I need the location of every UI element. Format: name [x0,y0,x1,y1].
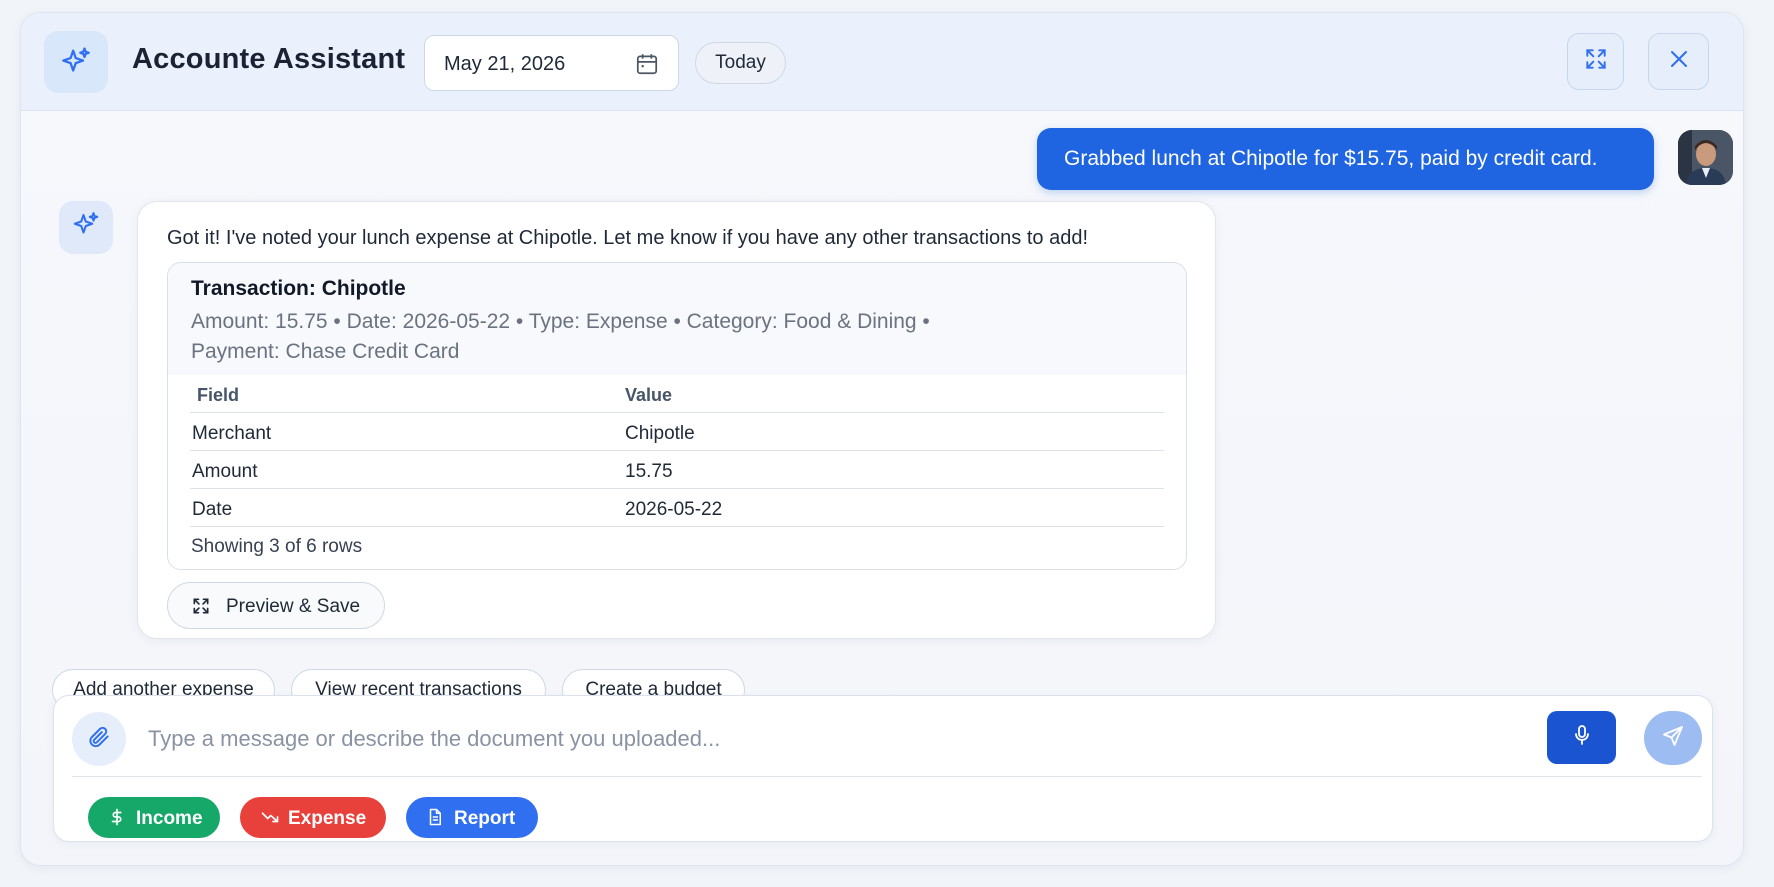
transaction-title: Transaction: Chipotle [191,277,406,300]
expand-icon [1583,46,1609,77]
user-avatar [1678,130,1733,185]
send-icon [1661,724,1685,753]
expense-button[interactable]: Expense [240,797,386,838]
close-icon [1667,47,1691,76]
transaction-meta-line: Amount: 15.75 • Date: 2026-05-22 • Type:… [191,310,930,333]
cell-field: Amount [192,461,258,482]
expand-button[interactable] [1567,33,1624,90]
trend-down-icon [260,808,280,832]
document-icon [426,808,444,832]
cell-value: 15.75 [625,461,673,482]
table-header-row: Field Value [190,375,1164,413]
expense-label: Expense [288,808,367,829]
table-row: Amount 15.75 [190,451,1164,489]
preview-save-label: Preview & Save [226,596,361,617]
cell-field: Date [192,499,233,520]
header-bar: Accounte Assistant May 21, 2026 Today [21,13,1743,111]
app-title: Accounte Assistant [132,43,406,75]
transaction-panel: Transaction: Chipotle Amount: 15.75 • Da… [167,262,1187,570]
dollar-icon [108,808,126,832]
user-message-bubble: Grabbed lunch at Chipotle for $15.75, pa… [1037,128,1654,190]
date-value: May 21, 2026 [444,53,566,75]
income-label: Income [136,808,203,829]
report-label: Report [454,808,516,829]
sparkle-icon [44,31,108,93]
paperclip-icon [86,724,112,755]
table-row: Merchant Chipotle [190,413,1164,451]
assistant-avatar [59,201,113,254]
calendar-icon[interactable] [634,51,660,82]
attach-button[interactable] [72,712,126,766]
column-header-field: Field [197,385,240,405]
expand-icon [191,596,211,622]
table-footer: Showing 3 of 6 rows [191,536,363,557]
cell-field: Merchant [192,423,272,444]
report-button[interactable]: Report [406,797,538,838]
transaction-table: Field Value Merchant Chipotle Amount 15.… [190,375,1164,527]
message-input[interactable] [148,715,1248,763]
column-header-value: Value [625,385,673,405]
date-picker[interactable]: May 21, 2026 [424,35,679,91]
preview-save-button[interactable]: Preview & Save [167,582,385,629]
cell-value: 2026-05-22 [625,499,723,520]
microphone-icon [1570,723,1594,752]
assistant-message-text: Got it! I've noted your lunch expense at… [167,227,1089,249]
today-button[interactable]: Today [695,42,786,84]
transaction-summary: Transaction: Chipotle Amount: 15.75 • Da… [168,263,1186,375]
composer-divider [72,776,1702,777]
assistant-message-card: Got it! I've noted your lunch expense at… [137,201,1216,639]
income-button[interactable]: Income [88,797,220,838]
close-button[interactable] [1648,33,1709,90]
transaction-meta-line: Payment: Chase Credit Card [191,340,460,363]
message-composer: Income Expense Report [53,695,1713,842]
sparkle-icon [71,210,101,245]
microphone-button[interactable] [1547,711,1616,764]
assistant-window: Accounte Assistant May 21, 2026 Today Gr… [20,12,1744,866]
send-button[interactable] [1644,711,1702,765]
table-row: Date 2026-05-22 [190,489,1164,527]
cell-value: Chipotle [625,423,695,444]
transaction-meta: Amount: 15.75 • Date: 2026-05-22 • Type:… [191,307,1041,367]
